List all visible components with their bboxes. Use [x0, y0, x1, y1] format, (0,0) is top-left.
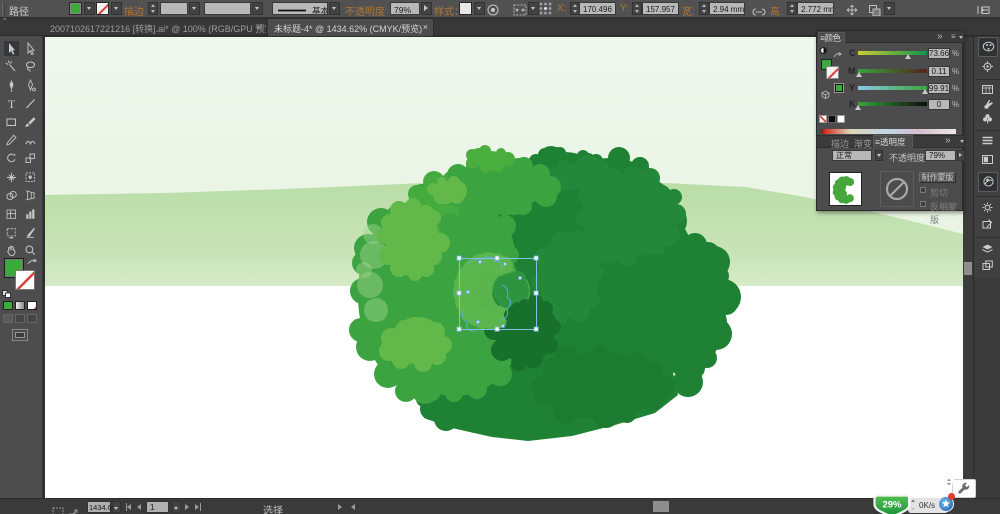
svg-text:29%: 29%	[882, 500, 902, 511]
svg-text:T: T	[8, 97, 16, 110]
